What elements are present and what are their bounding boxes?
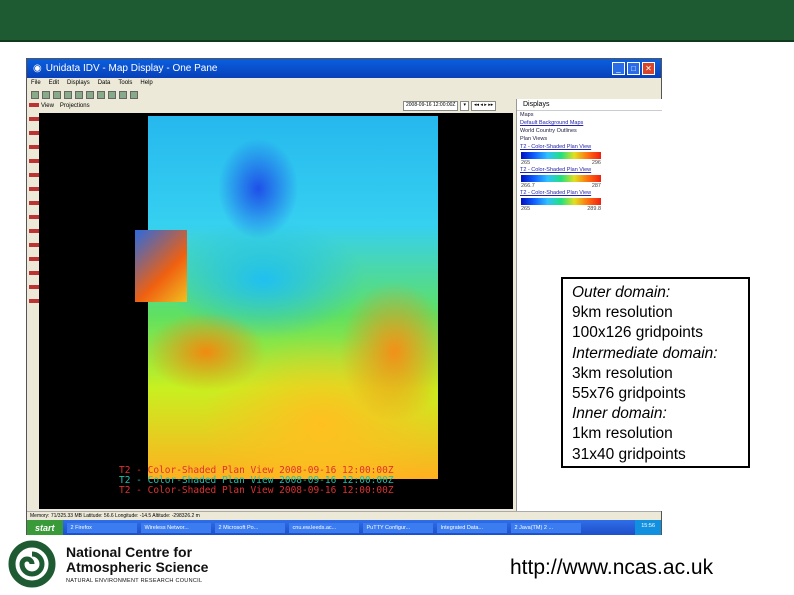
- task-button[interactable]: 2 Firefox: [66, 522, 137, 533]
- tool-icon[interactable]: [97, 91, 105, 99]
- info-line: Outer domain:: [572, 284, 671, 301]
- info-line: 55x76 gridpoints: [572, 385, 686, 403]
- range-max: 296: [591, 160, 601, 166]
- view-menu: View Projections: [41, 103, 90, 109]
- info-line: 31x40 gridpoints: [572, 445, 686, 463]
- app-icon: ◉: [33, 63, 42, 74]
- tool-icon[interactable]: [108, 91, 116, 99]
- range-min: 265: [521, 206, 531, 212]
- info-line: 3km resolution: [572, 364, 673, 382]
- tool-icon[interactable]: [130, 91, 138, 99]
- menu-projections[interactable]: Projections: [60, 103, 90, 109]
- panel-header: Displays: [517, 99, 662, 111]
- info-line: 100x126 gridpoints: [572, 324, 703, 342]
- plan-item-link[interactable]: T2 - Color-Shaded Plan View: [517, 189, 662, 197]
- tool-icon[interactable]: [86, 91, 94, 99]
- info-line: 1km resolution: [572, 425, 673, 443]
- info-line: Intermediate domain:: [572, 344, 718, 362]
- menu-view[interactable]: View: [41, 103, 54, 109]
- chevron-down-icon[interactable]: ▾: [460, 101, 469, 111]
- map-display[interactable]: T2 - Color-Shaded Plan View 2008-09-16 1…: [39, 113, 513, 509]
- time-value[interactable]: 2008-09-16 12:00:00Z: [403, 101, 459, 111]
- window-title: Unidata IDV - Map Display - One Pane: [45, 63, 218, 74]
- start-button[interactable]: start: [27, 520, 63, 535]
- range-max: 289.8: [587, 206, 601, 212]
- map-legend: T2 - Color-Shaded Plan View 2008-09-16 1…: [119, 466, 394, 496]
- taskbar: start 2 Firefox Wireless Networ... 2 Mic…: [27, 520, 661, 535]
- range-min: 265: [521, 160, 531, 166]
- plan-item: T2 - Color-Shaded Plan View 266.7 287: [517, 166, 662, 189]
- map-label: T2 - Color-Shaded Plan View 2008-09-16 1…: [119, 485, 394, 496]
- menu-edit[interactable]: Edit: [49, 80, 59, 87]
- plan-views-group[interactable]: Plan Views: [517, 135, 662, 143]
- task-button[interactable]: 2 Java(TM) 2 ...: [510, 522, 581, 533]
- title-bar: ◉ Unidata IDV - Map Display - One Pane _…: [27, 59, 661, 78]
- tool-icon[interactable]: [64, 91, 72, 99]
- tool-icon[interactable]: [42, 91, 50, 99]
- tool-icon[interactable]: [31, 91, 39, 99]
- minimize-button[interactable]: _: [612, 62, 625, 75]
- menu-displays[interactable]: Displays: [67, 80, 90, 87]
- plan-item-link[interactable]: T2 - Color-Shaded Plan View: [517, 143, 662, 151]
- logo-line-2: Atmospheric Science: [66, 558, 209, 575]
- ncas-logo: National Centre for Atmospheric Science …: [8, 540, 208, 588]
- animation-controls[interactable]: ◂◂ ◂ ▸ ▸▸: [471, 101, 497, 111]
- color-bar: [521, 152, 601, 159]
- domain-info-box: Outer domain: 9km resolution 100x126 gri…: [561, 277, 750, 468]
- task-button[interactable]: Wireless Networ...: [140, 522, 211, 533]
- plan-item: T2 - Color-Shaded Plan View 265 296: [517, 143, 662, 166]
- menu-tools[interactable]: Tools: [118, 80, 132, 87]
- task-button[interactable]: cnu.ew.leeds.ac...: [288, 522, 359, 533]
- range-min: 266.7: [521, 183, 535, 189]
- swirl-logo-icon: [8, 540, 56, 588]
- tool-icon[interactable]: [119, 91, 127, 99]
- info-line: Inner domain:: [572, 405, 667, 423]
- plan-item: T2 - Color-Shaded Plan View 265 289.8: [517, 189, 662, 212]
- map-sub: World Country Outlines: [520, 128, 577, 134]
- navigation-toolbar[interactable]: [29, 103, 39, 313]
- task-button[interactable]: Integrated Data...: [436, 522, 507, 533]
- close-button[interactable]: ✕: [642, 62, 655, 75]
- website-link[interactable]: http://www.ncas.ac.uk: [510, 556, 713, 580]
- header-band: [0, 0, 794, 42]
- inner-domain-field: [135, 230, 187, 302]
- map-item[interactable]: Default Background Maps: [517, 119, 662, 127]
- menu-bar: File Edit Displays Data Tools Help: [27, 78, 661, 89]
- status-bar: Memory: 71/325.33 MB Latitude: 56.6 Long…: [27, 511, 661, 520]
- outer-domain-field: [148, 116, 438, 479]
- plan-item-link[interactable]: T2 - Color-Shaded Plan View: [517, 166, 662, 174]
- maps-group[interactable]: Maps: [517, 111, 662, 119]
- color-bar: [521, 198, 601, 205]
- menu-data[interactable]: Data: [98, 80, 111, 87]
- color-bar: [521, 175, 601, 182]
- logo-line-1: National Centre for: [66, 543, 193, 560]
- task-button[interactable]: 2 Microsoft Po...: [214, 522, 285, 533]
- maximize-button[interactable]: □: [627, 62, 640, 75]
- tool-icon[interactable]: [75, 91, 83, 99]
- info-line: 9km resolution: [572, 304, 673, 322]
- logo-line-3: NATURAL ENVIRONMENT RESEARCH COUNCIL: [66, 577, 203, 584]
- menu-file[interactable]: File: [31, 80, 41, 87]
- range-max: 287: [591, 183, 601, 189]
- task-button[interactable]: PuTTY Configur...: [362, 522, 433, 533]
- clock: 15:56: [635, 520, 661, 535]
- menu-help[interactable]: Help: [140, 80, 152, 87]
- tool-icon[interactable]: [53, 91, 61, 99]
- time-selector[interactable]: 2008-09-16 12:00:00Z ▾ ◂◂ ◂ ▸ ▸▸: [403, 101, 513, 111]
